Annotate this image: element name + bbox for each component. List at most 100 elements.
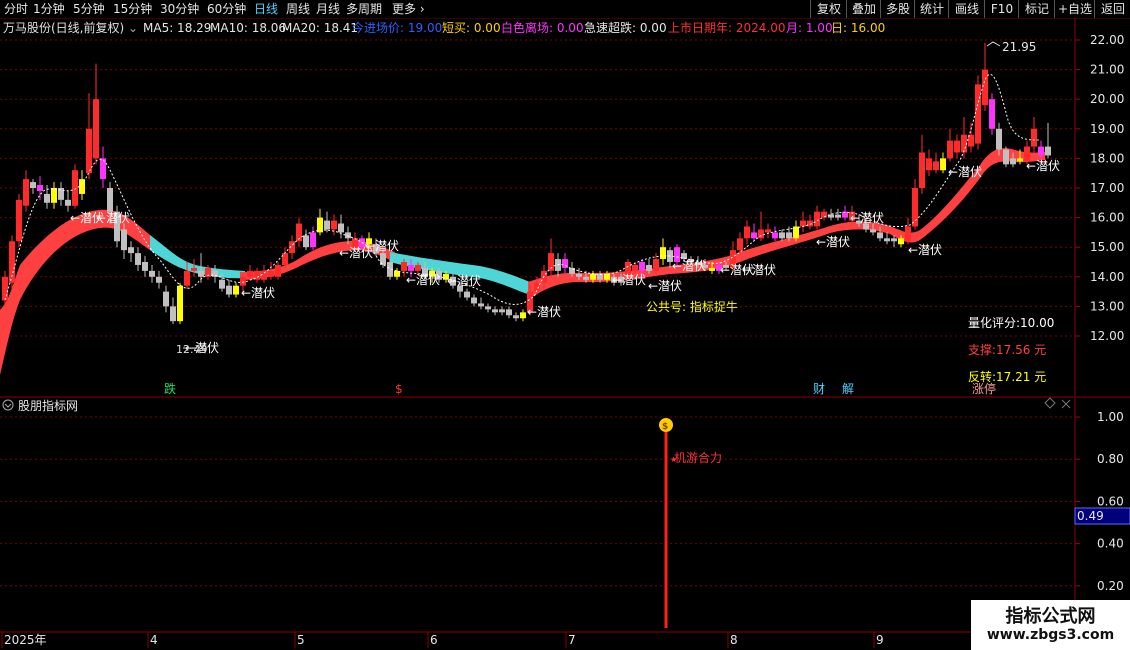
time-tick: 4 xyxy=(150,633,158,647)
price-tick: 19.00 xyxy=(1090,122,1124,136)
candle-body xyxy=(800,220,806,227)
candle-body xyxy=(632,264,638,271)
time-tick: 5 xyxy=(297,633,305,647)
candle-body xyxy=(744,226,750,239)
svg-text:21.95: 21.95 xyxy=(1002,40,1036,54)
event-marker-limit-up[interactable]: 涨停 xyxy=(972,381,996,396)
candle-body xyxy=(401,262,407,271)
candle-body xyxy=(954,140,960,153)
price-tick: 21.00 xyxy=(1090,63,1124,77)
candle-body xyxy=(884,238,890,242)
money-bag-icon: $ xyxy=(659,418,673,432)
candle-body xyxy=(919,152,925,188)
event-marker-dividend[interactable]: $ xyxy=(395,382,403,396)
candle-body xyxy=(226,285,232,295)
sub-chart-header[interactable]: 股朋指标网 xyxy=(2,398,78,413)
sub-tick: 1.00 xyxy=(1097,410,1124,424)
candle-body xyxy=(905,226,911,242)
candle-body xyxy=(184,270,190,286)
candle-body xyxy=(128,247,134,254)
candle-body xyxy=(870,229,876,233)
current-value: 0.49 xyxy=(1077,509,1104,523)
time-axis: 2025年 4 5 6 7 8 9 xyxy=(1,632,884,648)
candle-body xyxy=(275,264,281,277)
candle-body xyxy=(653,259,659,271)
candle-body xyxy=(30,182,36,188)
sub-chart-controls[interactable] xyxy=(1044,397,1071,409)
candle-body xyxy=(44,193,50,203)
candle-body xyxy=(198,270,204,277)
candle-body xyxy=(926,158,932,171)
low-marker: 12.49 xyxy=(176,343,208,356)
watermark-url: www.zbgs3.com xyxy=(986,627,1115,643)
time-tick: 7 xyxy=(568,633,576,647)
kline-chart[interactable]: ←潜伏←潜伏←潜伏←潜伏←潜伏←潜伏←潜伏 ←潜伏←潜伏←潜伏 ←潜伏←潜伏 ←潜伏←… xyxy=(0,0,1130,650)
candle-body xyxy=(142,262,148,271)
candle-body xyxy=(835,214,841,218)
candle-body xyxy=(758,229,764,239)
candle-body xyxy=(37,185,43,191)
candle-body xyxy=(513,315,519,319)
candle-body xyxy=(135,253,141,265)
lurk-signal-label: ←潜伏 xyxy=(365,239,399,253)
candle-body xyxy=(303,235,309,248)
time-tick: 2025年 xyxy=(4,633,47,647)
watermark-title: 指标公式网 xyxy=(1005,606,1096,627)
lurk-signal-label: ←潜伏 xyxy=(96,211,130,225)
candle-body xyxy=(247,270,253,277)
candle-body xyxy=(324,220,330,230)
candle-body xyxy=(464,291,470,298)
lurk-signal-label: ←潜伏 xyxy=(908,243,942,257)
candle-body xyxy=(170,306,176,322)
candle-body xyxy=(86,128,92,174)
candle-body xyxy=(751,232,757,239)
event-marker-finance[interactable]: 财 xyxy=(813,382,825,396)
svg-text:$: $ xyxy=(662,422,668,432)
event-marker-unlock[interactable]: 解 xyxy=(842,382,854,396)
lurk-signal-label: ←潜伏 xyxy=(447,274,481,288)
quant-score: 量化评分:10.00 xyxy=(968,316,1054,330)
candle-body xyxy=(233,285,239,295)
lurk-signal-label: ←潜伏 xyxy=(648,279,682,293)
candle-body xyxy=(975,84,981,144)
candle-body xyxy=(709,267,715,271)
time-tick: 9 xyxy=(876,633,884,647)
candle-body xyxy=(107,188,113,212)
sub-tick: 0.80 xyxy=(1097,452,1124,466)
candle-body xyxy=(478,303,484,307)
candle-body xyxy=(1031,128,1037,147)
candle-body xyxy=(779,232,785,239)
candle-body xyxy=(149,270,155,277)
candle-body xyxy=(492,309,498,313)
candle-body xyxy=(639,262,645,271)
high-marker: 21.95 xyxy=(986,40,1036,54)
candle-body xyxy=(583,276,589,280)
candle-body xyxy=(177,285,183,322)
candle-body xyxy=(660,247,666,260)
candle-body xyxy=(898,238,904,245)
candle-body xyxy=(338,223,344,233)
candle-body xyxy=(121,229,127,251)
candle-body xyxy=(2,276,8,301)
event-marker-drop[interactable]: 跌 xyxy=(164,381,176,396)
sub-value-axis: 1.00 0.80 0.60 0.40 0.20 xyxy=(1075,410,1124,593)
price-tick: 15.00 xyxy=(1090,240,1124,254)
candle-body xyxy=(485,306,491,310)
candle-body xyxy=(891,238,897,242)
candle-body xyxy=(219,279,225,289)
candle-body xyxy=(989,99,995,129)
price-axis: 22.00 21.00 20.00 19.00 18.00 17.00 16.00 15.00… xyxy=(1075,33,1124,343)
candle-body xyxy=(331,220,337,230)
price-tick: 16.00 xyxy=(1090,211,1124,225)
lurk-signal-label: ←潜伏 xyxy=(527,305,561,319)
candle-body xyxy=(506,309,512,316)
candle-body xyxy=(940,158,946,171)
candle-body xyxy=(310,232,316,248)
lurk-signal-label: ←潜伏 xyxy=(672,259,706,273)
candle-body xyxy=(569,267,575,274)
candle-body xyxy=(933,161,939,171)
candle-body xyxy=(576,273,582,277)
candle-body xyxy=(646,264,652,271)
candle-body xyxy=(23,179,29,206)
sub-chart-title: 股朋指标网 xyxy=(18,398,78,413)
